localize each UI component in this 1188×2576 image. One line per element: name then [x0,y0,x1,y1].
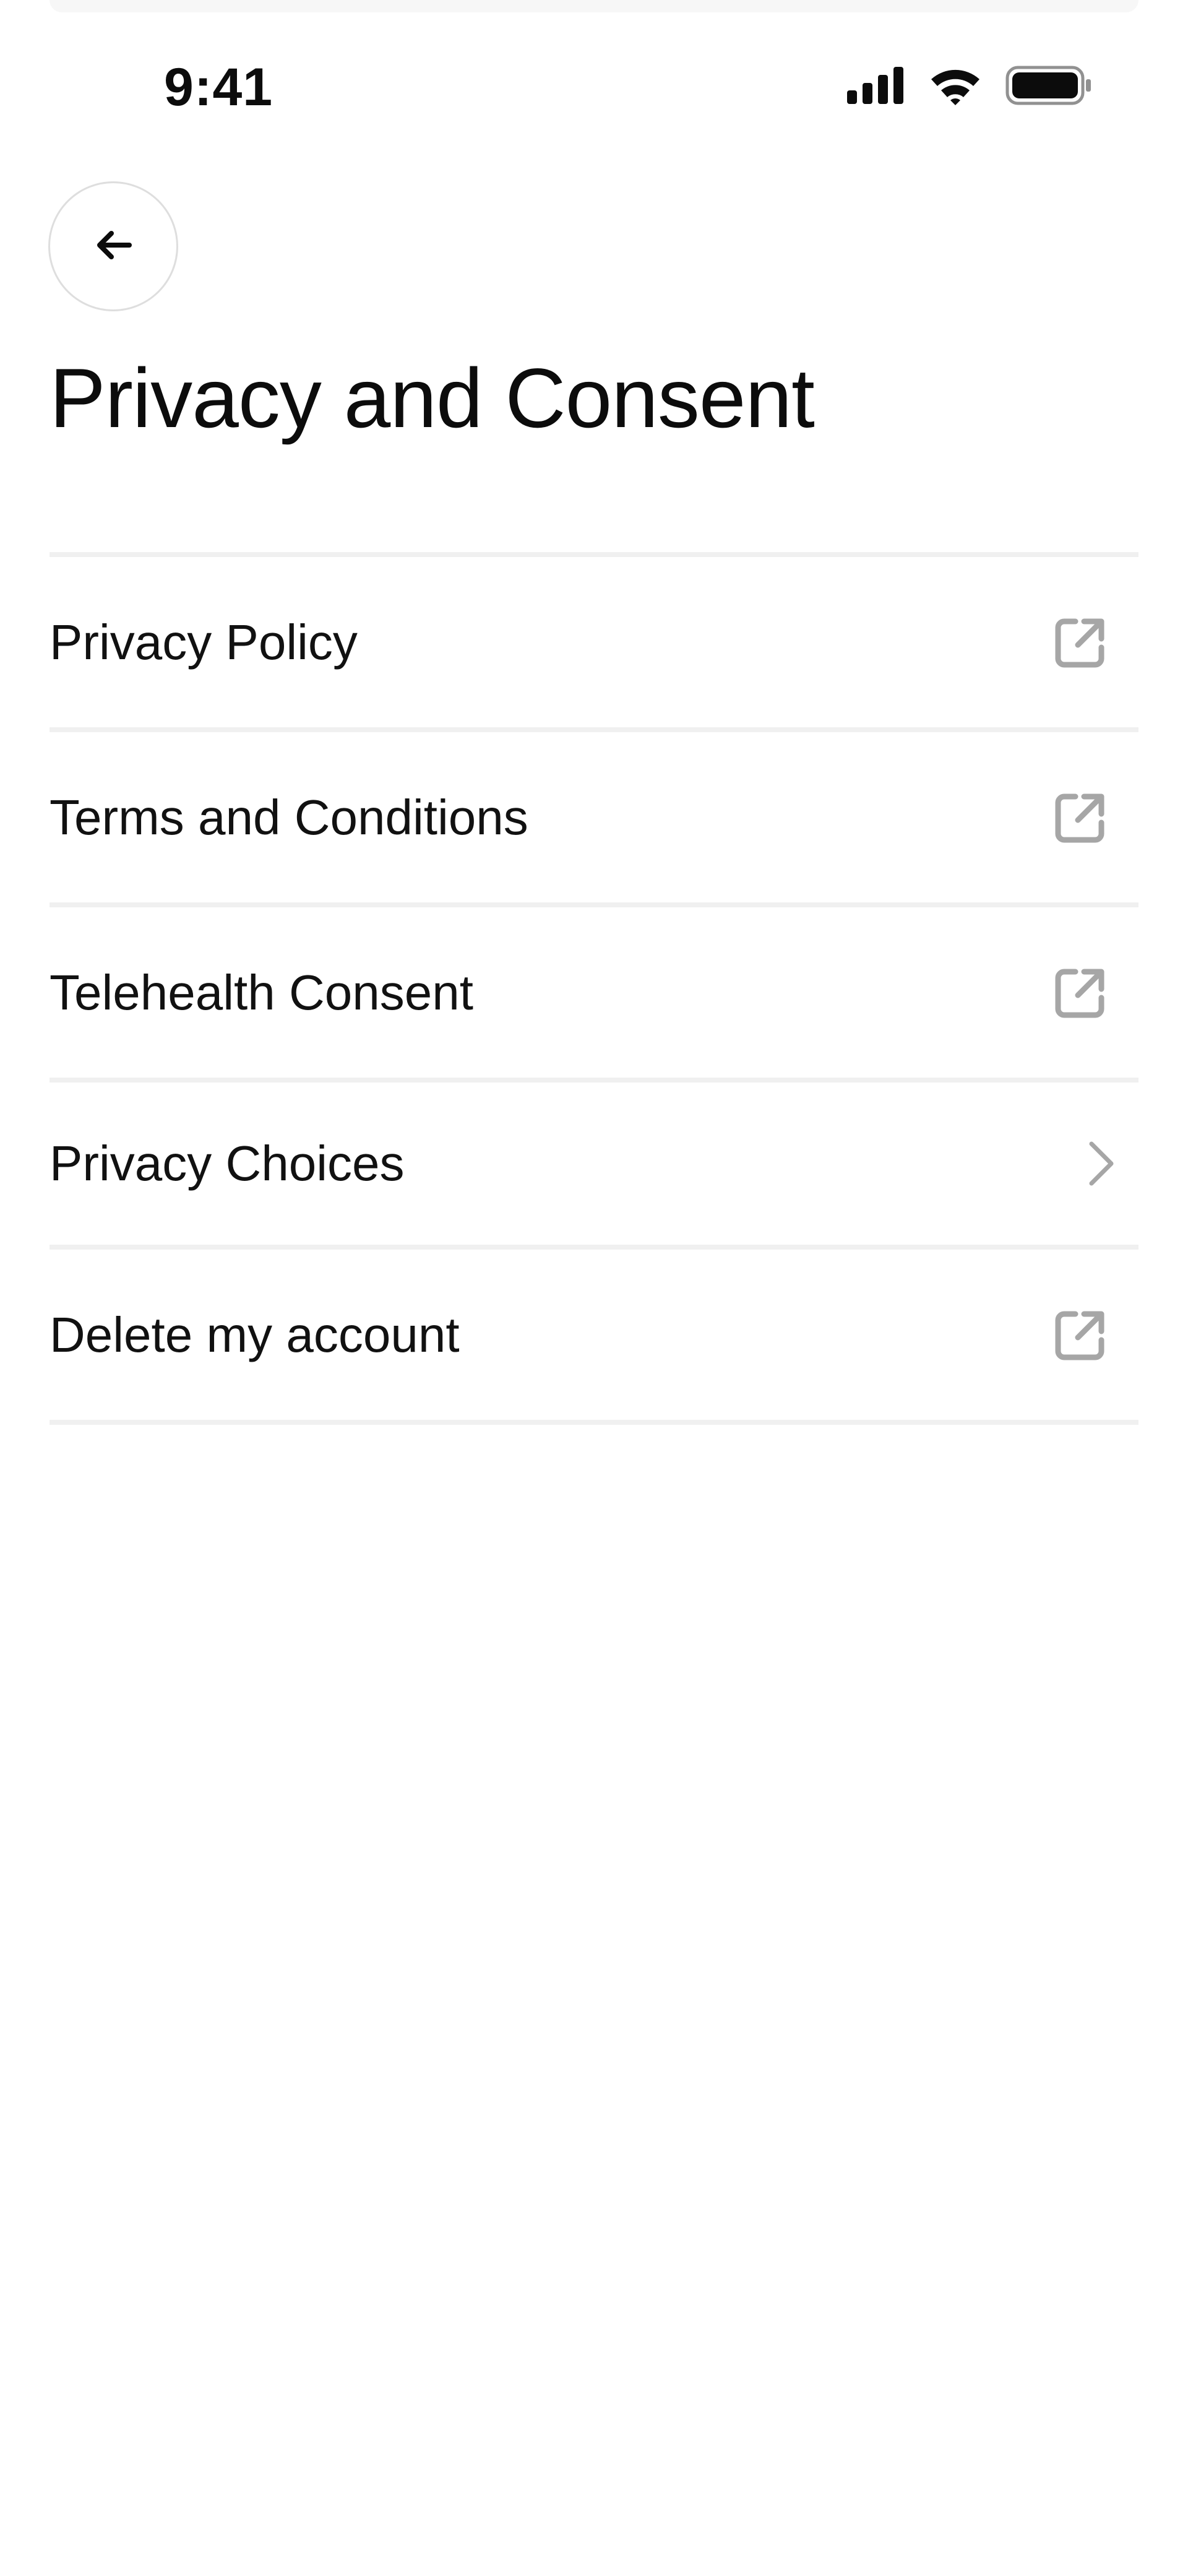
divider [50,1245,1138,1250]
back-button[interactable] [48,181,178,311]
arrow-left-icon [95,230,132,264]
top-edge-shadow [50,0,1138,12]
divider [50,552,1138,557]
status-bar: 9:41 [0,50,1188,124]
divider [50,1078,1138,1083]
battery-icon [1005,66,1092,105]
privacy-and-consent-screen: 9:41 Privacy and Consent Privacy Policy … [0,0,1188,2576]
chevron-right-icon [1087,1140,1116,1187]
settings-menu-list: Privacy Policy Terms and Conditions Tele… [50,552,1138,1425]
menu-item-label: Delete my account [50,1307,460,1362]
divider [50,727,1138,732]
external-link-icon [1054,967,1106,1019]
status-time: 9:41 [164,58,273,117]
menu-item-telehealth-consent[interactable]: Telehealth Consent [50,907,1138,1078]
menu-item-label: Privacy Policy [50,614,358,670]
menu-item-privacy-policy[interactable]: Privacy Policy [50,557,1138,727]
menu-item-label: Terms and Conditions [50,789,528,845]
page-title: Privacy and Consent [50,351,815,445]
divider [50,1420,1138,1425]
external-link-icon [1054,792,1106,844]
wifi-icon [929,66,982,105]
menu-item-delete-my-account[interactable]: Delete my account [50,1250,1138,1420]
cellular-signal-icon [846,66,905,105]
external-link-icon [1054,1309,1106,1361]
menu-item-label: Privacy Choices [50,1136,405,1191]
status-icons [846,66,1092,105]
menu-item-terms-and-conditions[interactable]: Terms and Conditions [50,732,1138,902]
divider [50,902,1138,907]
menu-item-privacy-choices[interactable]: Privacy Choices [50,1083,1138,1245]
external-link-icon [1054,616,1106,668]
menu-item-label: Telehealth Consent [50,964,473,1020]
